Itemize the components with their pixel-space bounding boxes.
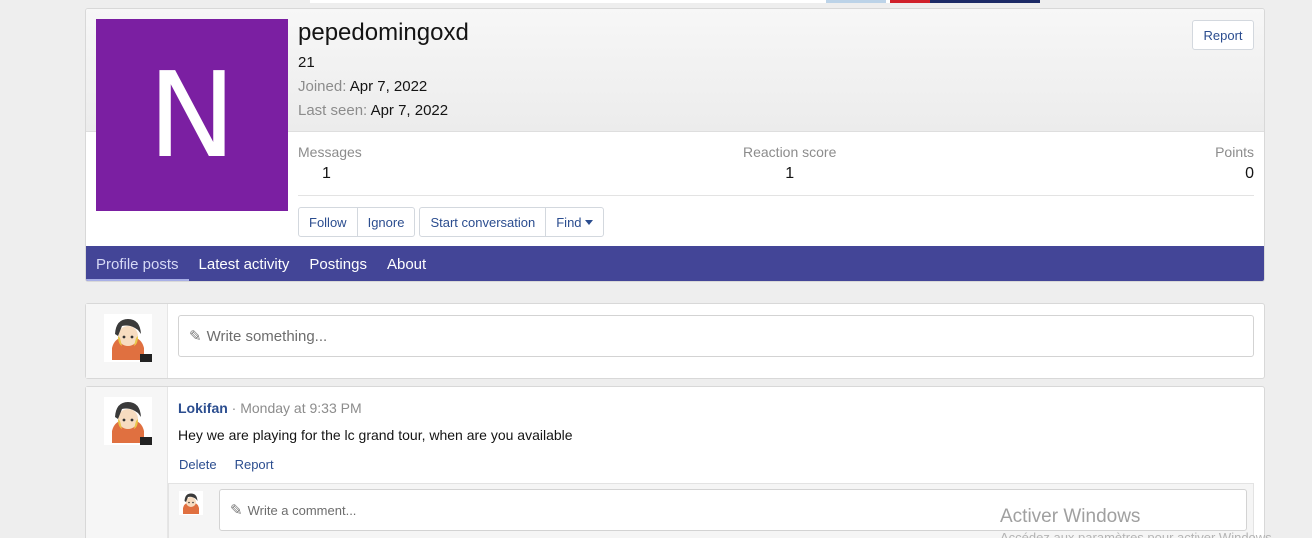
profile-username: pepedomingoxd <box>298 19 469 46</box>
profile-stats: Messages 1 Reaction score 1 Points 0 <box>298 144 1254 196</box>
stat-messages-label: Messages <box>298 144 362 160</box>
tab-profile-posts[interactable]: Profile posts <box>86 246 189 281</box>
current-user-avatar[interactable] <box>104 314 152 362</box>
joined-label: Joined: <box>298 78 347 95</box>
joined-info: Joined: Apr 7, 2022 <box>298 78 427 95</box>
find-dropdown-button[interactable]: Find <box>546 208 602 236</box>
anime-avatar-icon <box>104 314 152 362</box>
banner-segment <box>826 0 886 3</box>
report-post-link[interactable]: Report <box>235 457 274 472</box>
last-seen-label: Last seen: <box>298 102 368 119</box>
anime-avatar-icon <box>104 397 152 445</box>
post-body: Hey we are playing for the lc grand tour… <box>178 427 573 443</box>
new-profile-post: ✎ Write something... <box>85 303 1265 379</box>
anime-avatar-icon <box>179 491 203 515</box>
pencil-icon: ✎ <box>230 502 243 519</box>
stat-reaction-score: Reaction score 1 <box>743 144 836 183</box>
activation-watermark-subtitle: Accédez aux paramètres pour activer Wind… <box>1000 530 1276 538</box>
post-author-avatar[interactable] <box>104 397 152 445</box>
avatar-letter: N <box>147 46 237 184</box>
tab-latest-activity[interactable]: Latest activity <box>189 246 300 281</box>
delete-post-link[interactable]: Delete <box>179 457 217 472</box>
comment-user-avatar[interactable] <box>179 491 203 515</box>
ignore-button[interactable]: Ignore <box>358 208 415 236</box>
banner-segment <box>930 0 1040 3</box>
profile-tabs: Profile posts Latest activity Postings A… <box>86 246 1264 281</box>
last-seen-value: Apr 7, 2022 <box>370 102 449 119</box>
activation-watermark-title: Activer Windows <box>1000 506 1141 527</box>
stat-points-value[interactable]: 0 <box>1215 165 1254 183</box>
tab-about[interactable]: About <box>377 246 436 281</box>
post-timestamp[interactable]: Monday at 9:33 PM <box>240 400 361 416</box>
follow-ignore-group: Follow Ignore <box>298 207 416 237</box>
user-title: 21 <box>298 54 315 71</box>
post-meta: Lokifan · Monday at 9:33 PM <box>178 400 362 416</box>
profile-avatar[interactable]: N <box>96 19 288 211</box>
banner-segment <box>890 0 930 3</box>
find-label: Find <box>556 214 582 230</box>
report-profile-button[interactable]: Report <box>1192 20 1254 50</box>
tab-postings[interactable]: Postings <box>299 246 377 281</box>
stat-messages-value[interactable]: 1 <box>298 165 362 183</box>
post-avatar-column <box>86 387 168 538</box>
profile-card: N pepedomingoxd 21 Joined: Apr 7, 2022 L… <box>85 8 1265 282</box>
profile-actions: Follow Ignore Start conversation Find <box>298 207 604 237</box>
post-author-name[interactable]: Lokifan <box>178 400 228 416</box>
meta-separator: · <box>231 400 237 416</box>
post-actions: Delete Report <box>179 457 274 472</box>
stat-points: Points 0 <box>1215 144 1254 183</box>
stat-messages: Messages 1 <box>298 144 362 183</box>
conversation-find-group: Start conversation Find <box>419 207 604 237</box>
new-post-avatar-column <box>86 304 168 378</box>
stat-reaction-value: 1 <box>785 165 795 182</box>
write-something-placeholder: Write something... <box>206 327 328 345</box>
top-banner-strip <box>310 0 1040 3</box>
write-something-input[interactable]: ✎ Write something... <box>178 315 1254 357</box>
last-seen-info: Last seen: Apr 7, 2022 <box>298 102 448 119</box>
write-comment-placeholder: Write a comment... <box>247 502 357 518</box>
pencil-icon: ✎ <box>189 328 202 345</box>
caret-down-icon <box>584 219 593 225</box>
joined-value: Apr 7, 2022 <box>349 78 428 95</box>
follow-button[interactable]: Follow <box>299 208 358 236</box>
stat-points-label: Points <box>1215 144 1254 160</box>
stat-reaction-label: Reaction score <box>743 144 837 160</box>
start-conversation-button[interactable]: Start conversation <box>420 208 547 236</box>
